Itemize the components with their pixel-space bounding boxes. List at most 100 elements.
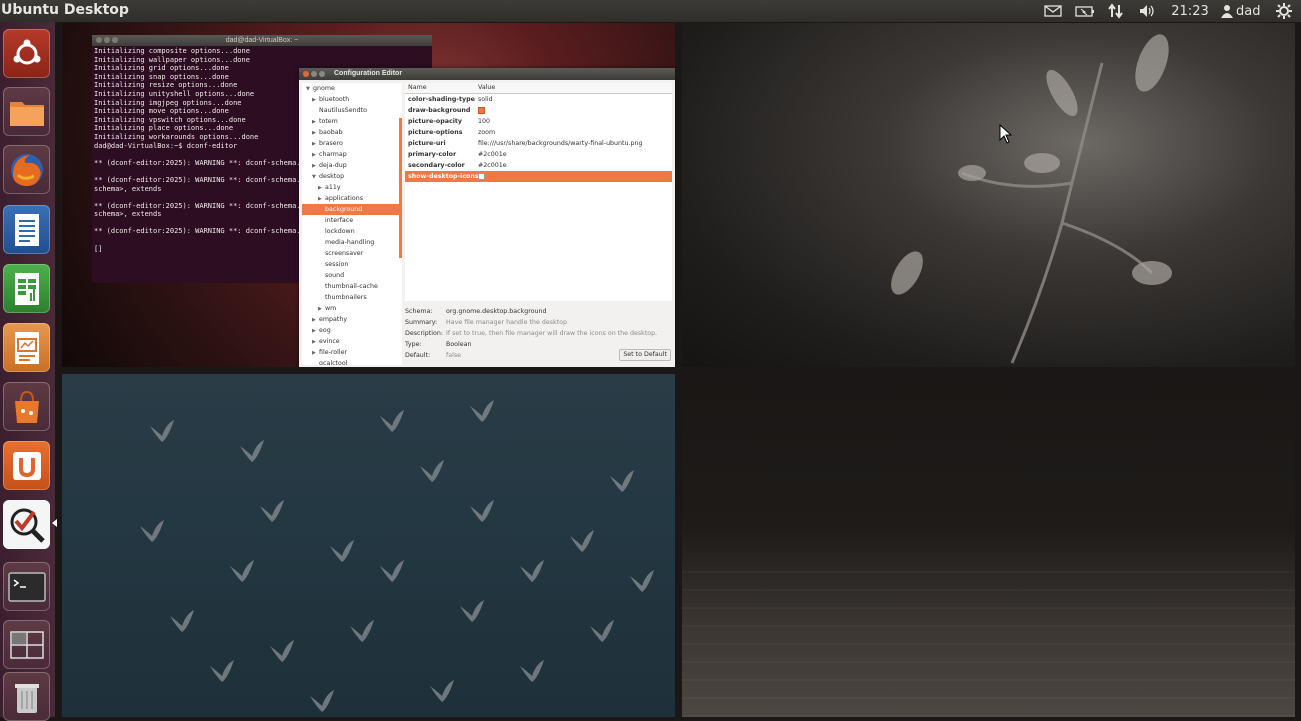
key-row-primary-color[interactable]: primary-color #2c001e <box>405 149 672 160</box>
key-value[interactable]: #2c001e <box>478 149 507 160</box>
tree-item-wm[interactable]: ▶ wm <box>302 303 402 314</box>
maximize-icon[interactable] <box>319 71 325 77</box>
key-row-picture-uri[interactable]: picture-uri file:///usr/share/backgrounds… <box>405 138 672 149</box>
gear-icon[interactable] <box>1274 2 1294 20</box>
tree-item-lockdown[interactable]: lockdown <box>302 226 402 237</box>
battery-icon[interactable] <box>1074 2 1096 20</box>
bird <box>630 570 654 592</box>
tree-item-eog[interactable]: ▶ eog <box>302 325 402 336</box>
tree-item-bluetooth[interactable]: ▶ bluetooth <box>302 94 402 105</box>
type-label: Type: <box>405 341 422 348</box>
key-row-color-shading-type[interactable]: color-shading-type solid <box>405 94 672 105</box>
tree-item-label: background <box>325 206 363 213</box>
volume-icon[interactable] <box>1137 2 1159 20</box>
mouse-cursor-icon <box>999 124 1013 144</box>
key-value[interactable]: solid <box>478 94 493 105</box>
calc-icon[interactable] <box>3 264 50 313</box>
config-editor-window[interactable]: Configuration Editor ▼ gnome ▶ bluetooth Nau… <box>299 68 675 367</box>
ubuntu-one-icon[interactable] <box>3 441 50 490</box>
bird <box>610 470 634 492</box>
tree-item-screensaver[interactable]: screensaver <box>302 248 402 259</box>
tree-item-a11y[interactable]: ▶ a11y <box>302 182 402 193</box>
terminal-titlebar[interactable]: dad@dad-VirtualBox: ~ <box>92 35 432 46</box>
tree-item-label: thumbnailers <box>325 294 367 301</box>
schema-value: org.gnome.desktop.background <box>446 308 547 315</box>
user-name[interactable]: dad <box>1236 2 1266 20</box>
tree-item-media-handling[interactable]: media-handling <box>302 237 402 248</box>
key-row-secondary-color[interactable]: secondary-color #2c001e <box>405 160 672 171</box>
tree-item-empathy[interactable]: ▶ empathy <box>302 314 402 325</box>
config-editor-titlebar[interactable]: Configuration Editor <box>299 68 675 80</box>
tree-item-thumbnailers[interactable]: thumbnailers <box>302 292 402 303</box>
workspace-2[interactable] <box>682 23 1295 367</box>
schema-tree[interactable]: ▼ gnome ▶ bluetooth NautilusSendto ▶ totem ▶ bao… <box>302 83 402 365</box>
tree-item-charmap[interactable]: ▶ charmap <box>302 149 402 160</box>
checkbox-unchecked[interactable] <box>478 172 485 180</box>
tree-item-interface[interactable]: interface <box>302 215 402 226</box>
tree-item-totem[interactable]: ▶ totem <box>302 116 402 127</box>
workspace-3[interactable] <box>62 374 675 717</box>
key-value[interactable]: zoom <box>478 127 495 138</box>
tree-item-sound[interactable]: sound <box>302 270 402 281</box>
checkbox-checked[interactable] <box>478 106 485 114</box>
tree-item-deja-dup[interactable]: ▶ deja-dup <box>302 160 402 171</box>
tree-item-thumbnail-cache[interactable]: thumbnail-cache <box>302 281 402 292</box>
maximize-icon[interactable] <box>112 37 118 43</box>
tree-item-evince[interactable]: ▶ evince <box>302 336 402 347</box>
workspace-1[interactable]: dad@dad-VirtualBox: ~ Initializing compo… <box>62 23 675 367</box>
tree-item-gcalctool[interactable]: gcalctool <box>302 358 402 365</box>
key-value[interactable]: #2c001e <box>478 160 507 171</box>
magnifier-icon[interactable] <box>3 500 50 549</box>
key-row-picture-options[interactable]: picture-options zoom <box>405 127 672 138</box>
workspace-switcher-icon[interactable] <box>3 620 50 669</box>
key-row-draw-background[interactable]: draw-background <box>405 105 672 116</box>
tree-item-gnome[interactable]: ▼ gnome <box>302 83 402 94</box>
key-row-picture-opacity[interactable]: picture-opacity 100 <box>405 116 672 127</box>
tree-scrollbar[interactable] <box>399 118 402 258</box>
key-info-panel: Schema: org.gnome.desktop.background Summ… <box>405 306 672 361</box>
user-icon[interactable] <box>1220 2 1234 20</box>
column-value[interactable]: Value <box>478 83 495 93</box>
keys-table[interactable]: Name Value color-shading-type solid draw-b… <box>405 83 672 301</box>
minimize-icon[interactable] <box>104 37 110 43</box>
writer-icon[interactable] <box>3 205 50 254</box>
set-to-default-button[interactable]: Set to Default <box>619 349 671 361</box>
ubuntu-logo-icon[interactable] <box>3 29 50 78</box>
tree-item-desktop[interactable]: ▼ desktop <box>302 171 402 182</box>
terminal-icon[interactable] <box>3 562 50 611</box>
impress-icon[interactable] <box>3 323 50 372</box>
key-value[interactable] <box>478 105 485 116</box>
trash-icon[interactable] <box>3 672 50 721</box>
tree-item-session[interactable]: session <box>302 259 402 270</box>
tree-item-label: file-roller <box>319 349 348 356</box>
key-row-show-desktop-icons[interactable]: show-desktop-icons <box>405 171 672 182</box>
tree-item-label: bluetooth <box>319 96 350 103</box>
tree-item-label: interface <box>325 217 354 224</box>
firefox-icon[interactable] <box>3 145 50 194</box>
tree-item-file-roller[interactable]: ▶ file-roller <box>302 347 402 358</box>
workspace-4[interactable] <box>682 374 1295 717</box>
close-icon[interactable] <box>96 37 102 43</box>
tree-item-applications[interactable]: ▶ applications <box>302 193 402 204</box>
default-label: Default: <box>405 352 431 359</box>
tree-item-baobab[interactable]: ▶ baobab <box>302 127 402 138</box>
minimize-icon[interactable] <box>311 71 317 77</box>
summary-label: Summary: <box>405 319 438 326</box>
column-name[interactable]: Name <box>408 83 427 93</box>
close-icon[interactable] <box>303 71 309 77</box>
clock[interactable]: 21:23 <box>1170 2 1210 20</box>
tree-item-nautilussendto[interactable]: NautilusSendto <box>302 105 402 116</box>
mail-icon[interactable] <box>1043 2 1063 20</box>
key-value[interactable] <box>478 171 485 182</box>
tree-item-background[interactable]: background <box>302 204 402 215</box>
top-panel: Ubuntu Desktop 21:23 dad <box>0 0 1301 22</box>
folder-icon[interactable] <box>3 87 50 136</box>
bird <box>210 660 234 682</box>
tree-item-brasero[interactable]: ▶ brasero <box>302 138 402 149</box>
key-value[interactable]: file:///usr/share/backgrounds/warty-fina… <box>478 138 643 149</box>
bird <box>230 560 254 582</box>
network-icon[interactable] <box>1106 2 1126 20</box>
schema-label: Schema: <box>405 308 433 315</box>
software-center-icon[interactable] <box>3 382 50 431</box>
key-value[interactable]: 100 <box>478 116 490 127</box>
